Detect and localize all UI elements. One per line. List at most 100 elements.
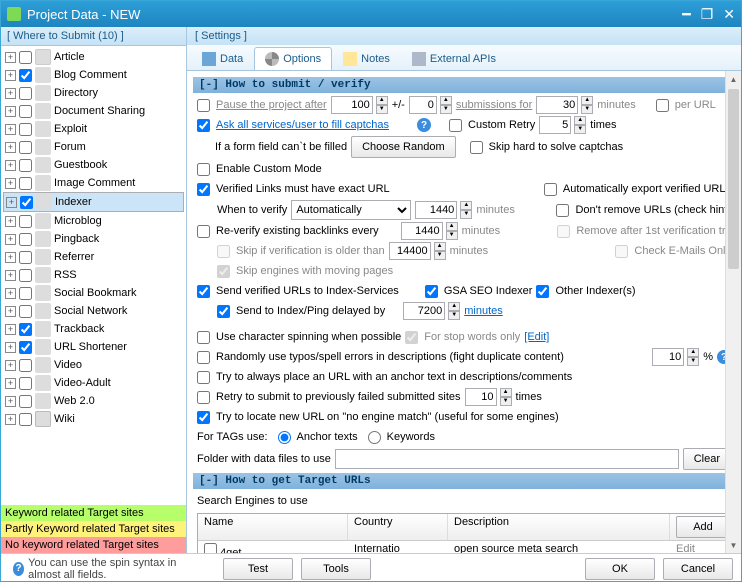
expand-icon[interactable]: + xyxy=(6,197,17,208)
tree-item-video[interactable]: +Video xyxy=(3,356,184,374)
keywords-radio[interactable] xyxy=(368,431,381,444)
tree-item-forum[interactable]: +Forum xyxy=(3,138,184,156)
typos-checkbox[interactable] xyxy=(197,351,210,364)
char-spinning-checkbox[interactable] xyxy=(197,331,210,344)
scroll-down-icon[interactable]: ▼ xyxy=(726,537,741,553)
expand-icon[interactable]: + xyxy=(5,414,16,425)
expand-icon[interactable]: + xyxy=(5,306,16,317)
dont-remove-urls-checkbox[interactable] xyxy=(556,204,569,217)
tab-options[interactable]: Options xyxy=(254,47,332,70)
expand-icon[interactable]: + xyxy=(5,52,16,63)
custom-retry-input[interactable] xyxy=(539,116,571,134)
when-verify-select[interactable]: Automatically xyxy=(291,200,411,220)
spinner[interactable]: ▲▼ xyxy=(448,302,460,320)
reverify-checkbox[interactable] xyxy=(197,225,210,238)
submissions-for-link[interactable]: submissions for xyxy=(456,99,532,111)
category-checkbox[interactable] xyxy=(19,87,32,100)
locate-new-url-checkbox[interactable] xyxy=(197,411,210,424)
tab-notes[interactable]: Notes xyxy=(332,47,401,70)
expand-icon[interactable]: + xyxy=(5,234,16,245)
tree-item-indexer[interactable]: +Indexer xyxy=(3,192,184,212)
section-how-submit[interactable]: [-] How to submit / verify xyxy=(193,77,735,93)
expand-icon[interactable]: + xyxy=(5,324,16,335)
category-checkbox[interactable] xyxy=(19,269,32,282)
tree-item-image-comment[interactable]: +Image Comment xyxy=(3,174,184,192)
tree-item-referrer[interactable]: +Referrer xyxy=(3,248,184,266)
pause-project-link[interactable]: Pause the project after xyxy=(216,99,327,111)
category-checkbox[interactable] xyxy=(19,51,32,64)
category-checkbox[interactable] xyxy=(20,196,33,209)
ok-button[interactable]: OK xyxy=(585,558,655,580)
category-checkbox[interactable] xyxy=(19,159,32,172)
expand-icon[interactable]: + xyxy=(5,396,16,407)
category-checkbox[interactable] xyxy=(19,251,32,264)
choose-random-button[interactable]: Choose Random xyxy=(351,136,456,158)
tree-item-directory[interactable]: +Directory xyxy=(3,84,184,102)
expand-icon[interactable]: + xyxy=(5,160,16,171)
category-checkbox[interactable] xyxy=(19,287,32,300)
spinner[interactable]: ▲▼ xyxy=(376,96,388,114)
category-checkbox[interactable] xyxy=(19,233,32,246)
tree-item-exploit[interactable]: +Exploit xyxy=(3,120,184,138)
expand-icon[interactable]: + xyxy=(5,288,16,299)
expand-icon[interactable]: + xyxy=(5,106,16,117)
always-anchor-checkbox[interactable] xyxy=(197,371,210,384)
category-checkbox[interactable] xyxy=(19,341,32,354)
tree-item-microblog[interactable]: +Microblog xyxy=(3,212,184,230)
category-checkbox[interactable] xyxy=(19,413,32,426)
expand-icon[interactable]: + xyxy=(5,124,16,135)
spinner[interactable]: ▲▼ xyxy=(581,96,593,114)
expand-icon[interactable]: + xyxy=(5,378,16,389)
spinner[interactable]: ▲▼ xyxy=(687,348,699,366)
tree-item-url-shortener[interactable]: +URL Shortener xyxy=(3,338,184,356)
tab-data[interactable]: Data xyxy=(191,47,254,70)
tree-item-web-2-0[interactable]: +Web 2.0 xyxy=(3,392,184,410)
pause-project-checkbox[interactable] xyxy=(197,99,210,112)
skip-older-minutes-input[interactable] xyxy=(389,242,431,260)
category-checkbox[interactable] xyxy=(19,305,32,318)
category-checkbox[interactable] xyxy=(19,377,32,390)
help-icon[interactable]: ? xyxy=(417,118,431,132)
verified-links-exact-checkbox[interactable] xyxy=(197,183,210,196)
spinner[interactable]: ▲▼ xyxy=(440,96,452,114)
expand-icon[interactable]: + xyxy=(5,88,16,99)
spinner[interactable]: ▲▼ xyxy=(446,222,458,240)
auto-export-checkbox[interactable] xyxy=(544,183,557,196)
expand-icon[interactable]: + xyxy=(5,142,16,153)
retry-failed-checkbox[interactable] xyxy=(197,391,210,404)
expand-icon[interactable]: + xyxy=(5,360,16,371)
minimize-icon[interactable]: ━ xyxy=(682,6,690,23)
table-row[interactable]: 4get Internatio open source meta search … xyxy=(198,541,730,553)
scroll-thumb[interactable] xyxy=(728,89,739,269)
category-checkbox[interactable] xyxy=(19,123,32,136)
section-target-urls[interactable]: [-] How to get Target URLs xyxy=(193,473,735,489)
folder-input[interactable] xyxy=(335,449,679,469)
submissions-minutes-input[interactable] xyxy=(536,96,578,114)
tree-item-document-sharing[interactable]: +Document Sharing xyxy=(3,102,184,120)
tree-item-video-adult[interactable]: +Video-Adult xyxy=(3,374,184,392)
category-checkbox[interactable] xyxy=(19,177,32,190)
ask-captcha-link[interactable]: Ask all services/user to fill captchas xyxy=(216,119,389,131)
gsa-indexer-checkbox[interactable] xyxy=(425,285,438,298)
category-checkbox[interactable] xyxy=(19,395,32,408)
add-button[interactable]: Add xyxy=(676,516,730,538)
edit-stopwords-link[interactable]: [Edit] xyxy=(524,331,549,343)
col-description[interactable]: Description xyxy=(448,514,670,540)
cancel-button[interactable]: Cancel xyxy=(663,558,733,580)
maximize-icon[interactable]: ❐ xyxy=(701,6,714,23)
expand-icon[interactable]: + xyxy=(5,342,16,353)
tree-item-social-bookmark[interactable]: +Social Bookmark xyxy=(3,284,184,302)
scrollbar[interactable]: ▲ ▼ xyxy=(725,71,741,553)
spinner[interactable]: ▲▼ xyxy=(460,201,472,219)
clear-button[interactable]: Clear xyxy=(683,448,731,470)
per-url-checkbox[interactable] xyxy=(656,99,669,112)
category-checkbox[interactable] xyxy=(19,359,32,372)
tree-item-pingback[interactable]: +Pingback xyxy=(3,230,184,248)
other-indexer-checkbox[interactable] xyxy=(536,285,549,298)
tree-item-social-network[interactable]: +Social Network xyxy=(3,302,184,320)
variance-input[interactable] xyxy=(409,96,437,114)
expand-icon[interactable]: + xyxy=(5,70,16,81)
anchor-texts-radio[interactable] xyxy=(278,431,291,444)
custom-retry-checkbox[interactable] xyxy=(449,119,462,132)
tree-item-wiki[interactable]: +Wiki xyxy=(3,410,184,428)
